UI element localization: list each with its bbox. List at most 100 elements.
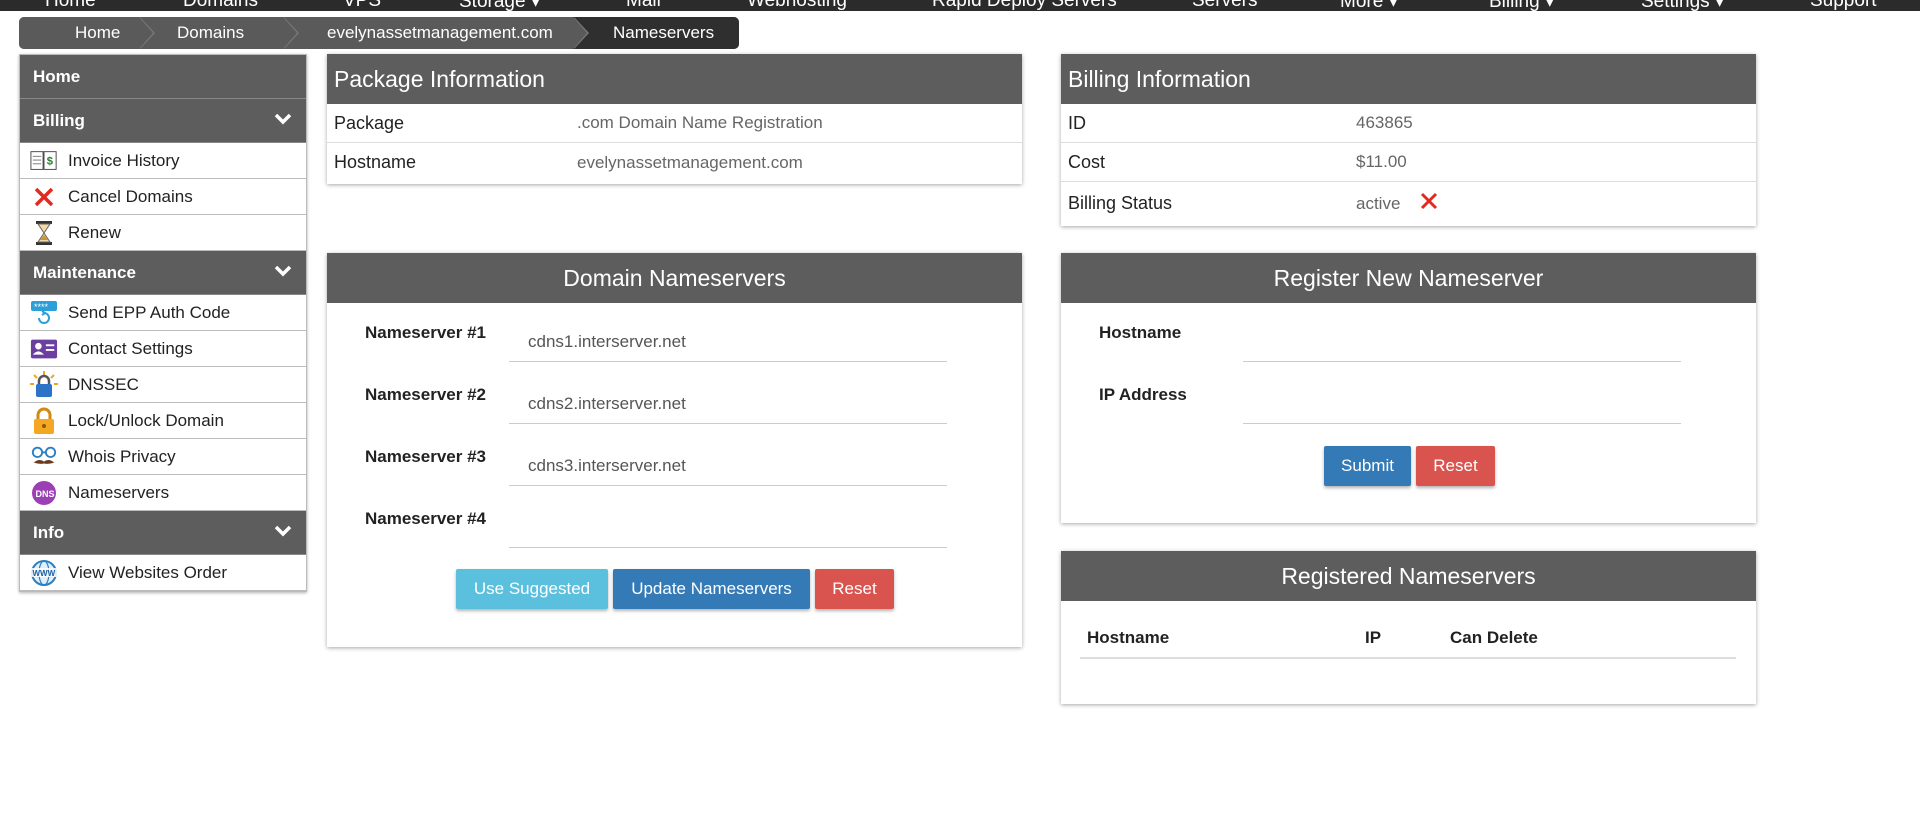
sidebar-item-label: DNSSEC (68, 374, 139, 394)
sidebar-item-lock-unlock[interactable]: Lock/Unlock Domain (20, 403, 306, 439)
password-refresh-icon: **** (30, 300, 58, 326)
sidebar-item-label: Send EPP Auth Code (68, 302, 231, 322)
contact-card-icon (30, 336, 58, 362)
sidebar-item-cancel-domains[interactable]: Cancel Domains (20, 179, 306, 215)
dnssec-lock-icon (30, 370, 58, 398)
sidebar-item-label: Renew (68, 222, 121, 242)
padlock-icon (30, 407, 58, 434)
sidebar-item-dnssec[interactable]: DNSSEC (20, 367, 306, 403)
domain-nameservers-panel: Domain Nameservers Nameserver #1 Nameser… (327, 253, 1022, 647)
billing-information-panel: Billing Information ID 463865 Cost $11.0… (1061, 54, 1756, 226)
nav-more[interactable]: More ▾ (1340, 0, 1398, 11)
reset-nameservers-button[interactable]: Reset (815, 569, 894, 609)
nameserver-2-input[interactable] (509, 384, 947, 424)
www-globe-icon: WWW (30, 559, 58, 586)
nav-domains[interactable]: Domains (183, 0, 258, 11)
panel-title: Registered Nameservers (1061, 551, 1756, 601)
nameserver-4-input[interactable] (509, 508, 947, 548)
sidebar-item-nameservers[interactable]: DNS Nameservers (20, 475, 306, 511)
column-header-can-delete[interactable]: Can Delete (1450, 628, 1538, 648)
nav-settings[interactable]: Settings ▾ (1641, 0, 1724, 11)
sidebar-item-contact-settings[interactable]: Contact Settings (20, 331, 306, 367)
nav-storage[interactable]: Storage ▾ (459, 0, 540, 11)
chevron-down-icon (274, 99, 292, 143)
info-value: $11.00 (1356, 152, 1407, 171)
chevron-down-icon (274, 251, 292, 295)
hostname-input[interactable] (1243, 322, 1681, 362)
panel-title: Billing Information (1061, 54, 1756, 104)
breadcrumb-home[interactable]: Home (19, 17, 155, 49)
nav-mail[interactable]: Mail (626, 0, 661, 11)
breadcrumb-current: Nameservers (573, 17, 740, 49)
info-row-package: Package .com Domain Name Registration (327, 104, 1022, 143)
nameserver-1-label: Nameserver #1 (365, 323, 486, 342)
red-x-icon (30, 184, 58, 210)
info-label: ID (1068, 112, 1086, 133)
sidebar-item-renew[interactable]: Renew (20, 215, 306, 251)
nav-servers[interactable]: Servers (1192, 0, 1257, 11)
cancel-status-icon[interactable] (1419, 191, 1439, 216)
sidebar-item-label: Cancel Domains (68, 186, 193, 206)
package-information-panel: Package Information Package .com Domain … (327, 54, 1022, 184)
panel-title: Package Information (327, 54, 1022, 104)
submit-button[interactable]: Submit (1324, 446, 1411, 486)
nav-webhosting[interactable]: Webhosting (747, 0, 847, 11)
disguise-glasses-icon (30, 444, 58, 470)
sidebar-item-view-websites-order[interactable]: WWW View Websites Order (20, 555, 306, 591)
sidebar-item-invoice-history[interactable]: $ Invoice History (20, 143, 306, 179)
nav-vps[interactable]: VPS (343, 0, 381, 11)
dns-badge-icon: DNS (30, 480, 58, 506)
info-label: Cost (1068, 151, 1106, 172)
info-label: Package (334, 112, 405, 133)
section-title: Billing (33, 111, 85, 130)
nav-billing[interactable]: Billing ▾ (1489, 0, 1555, 11)
sidebar-home[interactable]: Home (20, 55, 306, 99)
ip-address-label: IP Address (1099, 385, 1187, 404)
nameserver-3-input[interactable] (509, 446, 947, 486)
ip-address-input[interactable] (1243, 384, 1681, 424)
info-row-hostname: Hostname evelynassetmanagement.com (327, 143, 1022, 182)
register-nameserver-panel: Register New Nameserver Hostname IP Addr… (1061, 253, 1756, 523)
sidebar-item-label: View Websites Order (68, 562, 228, 582)
table-divider (1080, 657, 1736, 659)
update-nameservers-button[interactable]: Update Nameservers (613, 569, 810, 609)
reset-register-button[interactable]: Reset (1416, 446, 1495, 486)
sidebar-item-label: Nameservers (68, 482, 170, 502)
info-row-billing-status: Billing Status active (1061, 182, 1756, 224)
sidebar-item-label: Whois Privacy (68, 446, 176, 466)
nav-rapid-deploy[interactable]: Rapid Deploy Servers (932, 0, 1117, 11)
breadcrumb-domains[interactable]: Domains (139, 17, 299, 49)
top-navigation-bar: Home Domains VPS Storage ▾ Mail Webhosti… (0, 0, 1920, 11)
nameserver-3-label: Nameserver #3 (365, 447, 486, 466)
breadcrumb: Home Domains evelynassetmanagement.com N… (19, 17, 740, 49)
sidebar-item-label: Invoice History (68, 150, 180, 170)
sidebar-section-info[interactable]: Info (20, 511, 306, 555)
nameserver-1-input[interactable] (509, 322, 947, 362)
section-title: Info (33, 523, 65, 542)
use-suggested-button[interactable]: Use Suggested (456, 569, 608, 609)
nameserver-4-label: Nameserver #4 (365, 509, 486, 528)
registered-nameservers-panel: Registered Nameservers Hostname IP Can D… (1061, 551, 1756, 704)
info-value: evelynassetmanagement.com (577, 152, 803, 172)
sidebar-item-whois-privacy[interactable]: Whois Privacy (20, 439, 306, 475)
chevron-down-icon (274, 511, 292, 555)
nav-home[interactable]: Home (45, 0, 96, 11)
sidebar-section-billing[interactable]: Billing (20, 99, 306, 143)
info-label: Hostname (334, 152, 417, 172)
svg-text:DNS: DNS (36, 489, 55, 499)
info-value: .com Domain Name Registration (577, 113, 823, 132)
sidebar-item-label: Lock/Unlock Domain (68, 410, 224, 430)
sidebar-item-send-epp[interactable]: **** Send EPP Auth Code (20, 295, 306, 331)
nav-support[interactable]: Support (1810, 0, 1877, 11)
hostname-label: Hostname (1099, 323, 1182, 342)
info-value: 463865 (1356, 113, 1413, 132)
invoice-book-icon: $ (30, 148, 58, 174)
panel-title: Domain Nameservers (327, 253, 1022, 303)
column-header-hostname[interactable]: Hostname (1087, 628, 1169, 648)
info-row-cost: Cost $11.00 (1061, 143, 1756, 182)
column-header-ip[interactable]: IP (1365, 628, 1381, 648)
info-label: Billing Status (1068, 192, 1173, 213)
panel-title: Register New Nameserver (1061, 253, 1756, 303)
sidebar-section-maintenance[interactable]: Maintenance (20, 251, 306, 295)
breadcrumb-domain[interactable]: evelynassetmanagement.com (283, 17, 589, 49)
